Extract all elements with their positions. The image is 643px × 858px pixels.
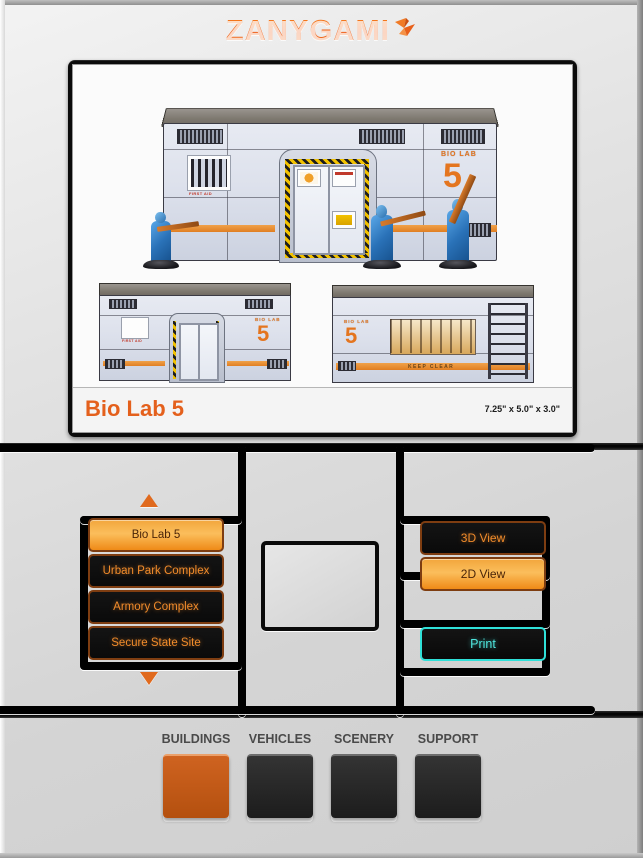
model-list-item-label: Bio Lab 5 bbox=[131, 529, 181, 541]
scroll-down-arrow[interactable] bbox=[140, 672, 158, 685]
deck-groove-print-bottom bbox=[400, 668, 550, 676]
page-title: Bio Lab 5 bbox=[85, 396, 185, 421]
first-aid-label: FIRST AID bbox=[189, 191, 213, 196]
origami-crane-icon bbox=[391, 16, 417, 42]
model-front-elevation: FIRST AID BIO LAB 5 bbox=[95, 283, 295, 383]
bezel-bottom-edge bbox=[0, 853, 643, 858]
brand-logo: ZANYGAMI bbox=[0, 15, 643, 48]
product-viewer-bezel: FIRST AID BIO LAB 5 FIRST AID BIO LAB 5 … bbox=[68, 60, 577, 437]
model-list-item-secure-state-site[interactable]: Secure State Site bbox=[88, 626, 224, 660]
biohazard-icon bbox=[297, 169, 321, 187]
miniature-figure bbox=[143, 205, 200, 269]
model-sign-number: 5 bbox=[345, 323, 358, 348]
view-3d-button[interactable]: 3D View bbox=[420, 521, 546, 555]
view-2d-label: 2D View bbox=[460, 567, 506, 581]
danger-placard bbox=[332, 169, 356, 187]
model-hero-view: FIRST AID BIO LAB 5 bbox=[143, 105, 505, 269]
deck-groove-center-right bbox=[396, 444, 404, 717]
miniature-figure bbox=[439, 173, 477, 269]
tab-support-key[interactable] bbox=[415, 754, 481, 818]
tab-buildings-label: BUILDINGS bbox=[161, 732, 231, 746]
tab-scenery-label: SCENERY bbox=[334, 732, 394, 746]
preview-thumbnail-panel[interactable] bbox=[261, 541, 379, 631]
tab-scenery-key[interactable] bbox=[331, 754, 397, 818]
model-list-item-armory-complex[interactable]: Armory Complex bbox=[88, 590, 224, 624]
radiation-icon bbox=[332, 211, 356, 229]
first-aid-label: FIRST AID bbox=[122, 339, 143, 343]
category-tab-bar: BUILDINGS VEHICLES SCENERY SUPPORT bbox=[0, 718, 643, 853]
first-aid-cabinet bbox=[187, 155, 231, 191]
model-list-item-bio-lab-5[interactable]: Bio Lab 5 bbox=[88, 518, 224, 552]
tab-vehicles-key[interactable] bbox=[247, 754, 313, 818]
deck-groove-bottom bbox=[0, 706, 595, 714]
keep-clear-label: KEEP CLEAR bbox=[408, 364, 455, 370]
tab-support-label: SUPPORT bbox=[417, 732, 479, 746]
model-list: Bio Lab 5 Urban Park Complex Armory Comp… bbox=[88, 518, 224, 668]
brand-name: ZANYGAMI bbox=[225, 15, 391, 47]
viewer-caption: Bio Lab 5 7.25" x 5.0" x 3.0" bbox=[73, 387, 572, 432]
model-rear-elevation: BIO LAB 5 KEEP CLEAR bbox=[328, 285, 538, 385]
model-dimensions: 7.25" x 5.0" x 3.0" bbox=[484, 404, 560, 414]
scroll-up-arrow[interactable] bbox=[140, 494, 158, 507]
print-button[interactable]: Print bbox=[420, 627, 546, 661]
model-list-item-label: Armory Complex bbox=[113, 601, 199, 613]
app-header: ZANYGAMI bbox=[0, 5, 643, 53]
kiosk-app: ZANYGAMI FIRST AID BIO LAB 5 FIRST AID B… bbox=[0, 0, 643, 858]
tab-buildings-key[interactable] bbox=[163, 754, 229, 818]
miniature-figure bbox=[363, 197, 427, 269]
view-2d-button[interactable]: 2D View bbox=[420, 557, 546, 591]
deck-groove-center-left bbox=[238, 444, 246, 717]
view-3d-label: 3D View bbox=[460, 531, 506, 545]
deck-groove-top bbox=[0, 444, 595, 452]
product-viewer[interactable]: FIRST AID BIO LAB 5 FIRST AID BIO LAB 5 … bbox=[72, 64, 573, 433]
tab-vehicles-label: VEHICLES bbox=[248, 732, 312, 746]
model-sign-number: 5 bbox=[443, 157, 462, 195]
model-sign-number: 5 bbox=[257, 321, 270, 346]
model-list-item-urban-park-complex[interactable]: Urban Park Complex bbox=[88, 554, 224, 588]
print-label: Print bbox=[470, 637, 496, 651]
deck-groove-list-left bbox=[80, 516, 88, 670]
model-list-item-label: Urban Park Complex bbox=[102, 565, 210, 577]
model-list-item-label: Secure State Site bbox=[111, 637, 201, 649]
